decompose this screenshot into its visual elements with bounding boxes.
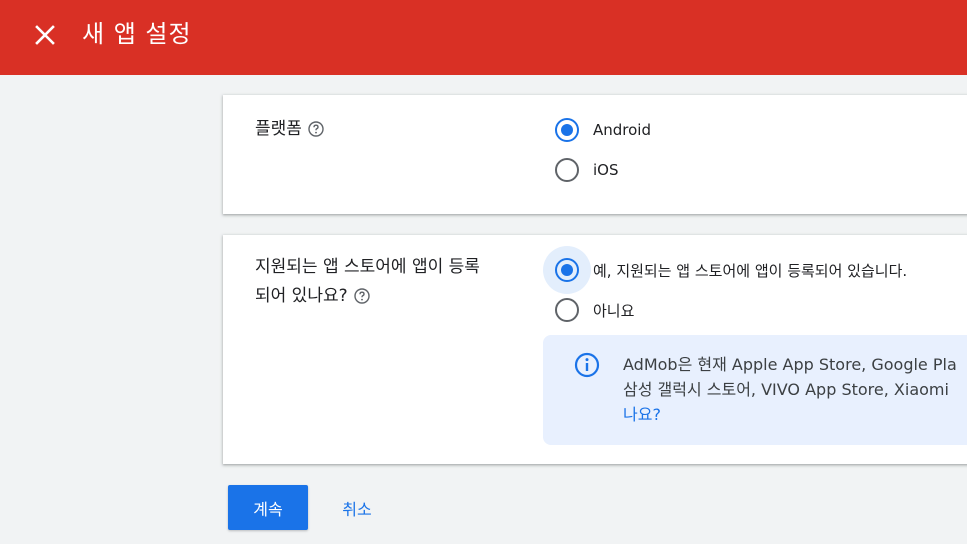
info-line2: 삼성 갤럭시 스토어, VIVO App Store, Xiaomi (623, 380, 949, 399)
store-field-label: 지원되는 앱 스토어에 앱이 등록 되어 있나요? (255, 253, 480, 311)
info-icon (574, 352, 600, 378)
platform-card: 플랫폼 Android iOS (223, 95, 967, 214)
radio-option-android[interactable]: Android (543, 110, 651, 150)
radio-option-no[interactable]: 아니요 (543, 290, 634, 330)
radio-label-android: Android (593, 121, 651, 139)
radio-ios[interactable] (555, 158, 579, 182)
info-banner: AdMob은 현재 Apple App Store, Google Pla 삼성… (543, 335, 967, 445)
help-icon[interactable] (353, 288, 370, 304)
close-button[interactable] (26, 16, 64, 54)
close-icon (35, 25, 55, 45)
radio-label-ios: iOS (593, 161, 619, 179)
app-store-card: 지원되는 앱 스토어에 앱이 등록 되어 있나요? 예, 지원되는 앱 스토어에… (223, 235, 967, 464)
info-text: AdMob은 현재 Apple App Store, Google Pla 삼성… (623, 352, 967, 427)
radio-android[interactable] (555, 118, 579, 142)
info-link[interactable]: 나요? (623, 405, 661, 424)
store-label-line1: 지원되는 앱 스토어에 앱이 등록 (255, 257, 480, 277)
info-line1: AdMob은 현재 Apple App Store, Google Pla (623, 355, 957, 374)
radio-yes[interactable] (555, 258, 579, 282)
cancel-button[interactable]: 취소 (326, 485, 388, 530)
store-label-line2: 되어 있나요? (255, 286, 348, 306)
help-icon[interactable] (308, 121, 324, 137)
page-title: 새 앱 설정 (82, 20, 192, 48)
platform-field-label: 플랫폼 (255, 115, 324, 144)
radio-label-no: 아니요 (593, 301, 635, 320)
store-label-line2-wrap: 되어 있나요? (255, 282, 480, 311)
platform-label: 플랫폼 (255, 119, 302, 139)
continue-button[interactable]: 계속 (228, 485, 308, 530)
radio-label-yes: 예, 지원되는 앱 스토어에 앱이 등록되어 있습니다. (593, 261, 908, 280)
app-bar: 새 앱 설정 (0, 0, 967, 75)
radio-option-yes[interactable]: 예, 지원되는 앱 스토어에 앱이 등록되어 있습니다. (543, 246, 908, 294)
radio-no[interactable] (555, 298, 579, 322)
radio-option-ios[interactable]: iOS (543, 150, 619, 190)
